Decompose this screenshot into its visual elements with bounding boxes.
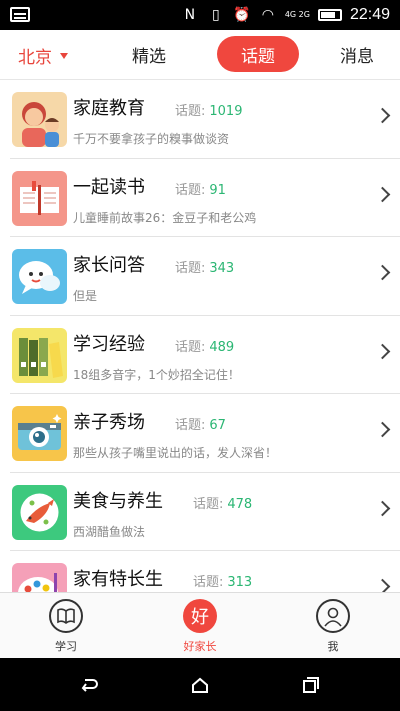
book-icon [12,170,67,226]
city-selector[interactable]: 北京 [18,43,68,68]
tab-xiaoxi[interactable]: 消息 [332,36,382,72]
bottom-tab-label: 学习 [55,640,77,653]
family-icon [12,92,67,147]
topic-subtitle: 儿童睡前故事26：金豆子和老公鸡 [73,210,257,225]
topic-row-reading[interactable]: 一起读书 话题: 91 儿童睡前故事26：金豆子和老公鸡 [10,159,400,237]
topic-row-parent-qa[interactable]: 家长问答 话题: 343 但是 [10,237,400,316]
topic-count: 话题: 91 [175,182,226,198]
topic-count: 话题: 313 [193,575,253,590]
wifi-icon: ◠ [261,7,274,23]
top-nav: 北京 精选 话题 消息 [0,30,400,80]
clock: 22:49 [349,6,390,23]
bottom-tab-learn[interactable]: 学习 [26,599,106,655]
chevron-right-icon [374,343,391,359]
battery-icon [317,9,342,21]
topic-title: 美食与养生 [73,490,163,512]
topic-count: 话题: 478 [193,496,253,512]
topic-row-food-health[interactable]: 美食与养生 话题: 478 西湖醋鱼做法 [10,473,400,551]
status-bar: N ▯ ⏰ ◠ 4G 2G 22:49 [0,0,400,30]
book-outline-icon [49,599,83,633]
topic-title: 一起读书 [73,176,145,198]
topic-row-family-show[interactable]: 亲子秀场 话题: 67 那些从孩子嘴里说出的话，发人深省！ [10,394,400,473]
topic-subtitle: 那些从孩子嘴里说出的话，发人深省！ [73,446,278,460]
user-icon [316,599,350,633]
chevron-right-icon [374,421,391,438]
bottom-nav: 学习 好 好家长 我 [0,592,400,658]
topic-count: 话题: 343 [175,261,235,276]
back-icon[interactable] [80,676,98,694]
chevron-right-icon [374,107,391,124]
bottom-tab-label: 好家长 [183,640,217,653]
home-icon[interactable] [191,676,209,694]
alarm-icon: ⏰ [233,7,251,23]
fish-plate-icon [12,484,67,540]
topic-row-study-experience[interactable]: 学习经验 话题: 489 18组多音字，1个妙招全记住！ [10,316,400,394]
vibrate-icon: ▯ [211,7,220,23]
topic-title: 家有特长生 [73,569,163,590]
recent-apps-icon[interactable] [302,676,320,694]
tab-jingxuan[interactable]: 精选 [118,36,180,72]
hao-icon: 好 [183,599,217,633]
system-nav-bar [0,658,400,711]
chevron-right-icon [374,578,391,592]
signal-icon: 4G 2G [284,10,310,19]
chevron-right-icon [374,186,391,202]
topic-count: 话题: 67 [175,418,226,433]
topic-subtitle: 但是 [73,289,98,303]
binders-icon [12,327,67,383]
topic-count: 话题: 1019 [175,104,243,119]
caret-down-icon [60,52,68,59]
chevron-right-icon [374,264,391,281]
notification-icon [10,7,30,22]
topic-subtitle: 千万不要拿孩子的糗事做谈资 [73,132,230,146]
camera-icon [12,406,67,461]
topic-title: 家庭教育 [73,98,145,119]
bottom-tab-haojiazhang[interactable]: 好 好家长 [160,599,240,655]
topic-title: 家长问答 [73,255,145,276]
topic-subtitle: 18组多音字，1个妙招全记住！ [73,367,240,382]
chat-bubble-icon [12,249,67,304]
topic-row-family-education[interactable]: 家庭教育 话题: 1019 千万不要拿孩子的糗事做谈资 [10,80,400,159]
topic-list: 家庭教育 话题: 1019 千万不要拿孩子的糗事做谈资 一起读书 话题: 91 儿童… [0,80,400,592]
bottom-tab-me[interactable]: 我 [293,599,373,655]
nfc-icon: N [184,7,196,23]
bottom-tab-label: 我 [327,640,339,653]
topic-count: 话题: 489 [175,339,235,355]
chevron-right-icon [374,500,391,516]
topic-subtitle: 西湖醋鱼做法 [73,524,146,539]
topic-title: 学习经验 [73,333,145,355]
city-label: 北京 [18,48,52,68]
tab-huati[interactable]: 话题 [217,36,299,72]
topic-title: 亲子秀场 [73,412,145,433]
palette-icon [12,563,67,592]
topic-row-talented-kids[interactable]: 家有特长生 话题: 313 [10,551,400,592]
